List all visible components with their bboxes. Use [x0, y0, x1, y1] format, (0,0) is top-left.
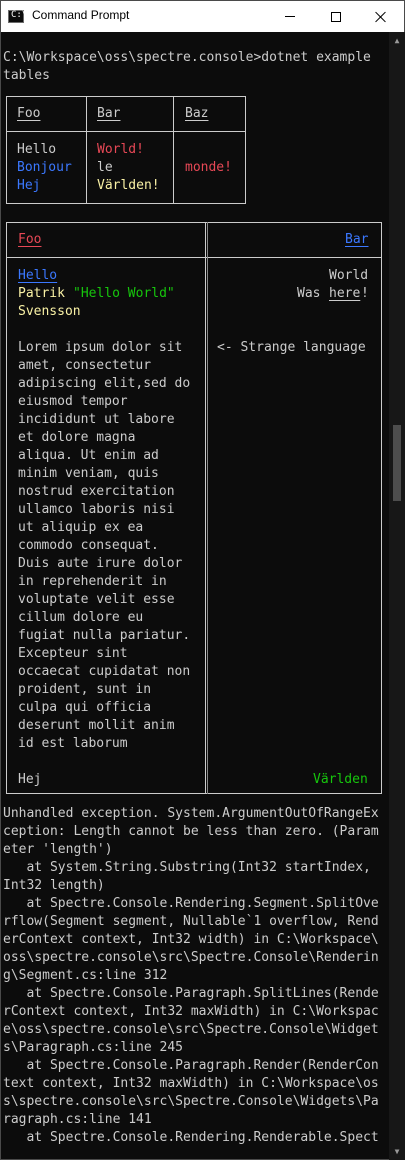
scroll-down-arrow-icon[interactable]: ▼: [389, 1143, 405, 1160]
exception-line: at Spectre.Console.Paragraph.Render(Rend…: [3, 1058, 379, 1073]
table-2-cell-hello: Hello: [18, 268, 58, 283]
lorem-line: occaecat cupidatat non: [18, 664, 191, 679]
table-2-col-divider: [205, 222, 206, 794]
exception-line: text context, Int32 maxWidth) in C:\Work…: [3, 1076, 379, 1091]
exception-line: oss\spectre.console\src\Spectre.Console\…: [3, 950, 379, 965]
exception-line: eter 'length'): [3, 842, 113, 857]
scroll-thumb[interactable]: [393, 425, 401, 501]
scroll-up-arrow-icon[interactable]: ▲: [389, 32, 405, 49]
table-2-cell-world: World: [329, 268, 369, 283]
table-1-header-foo: Foo: [17, 106, 41, 121]
table-2-cell-patrik: Patrik: [18, 286, 65, 301]
lorem-line: id est laborum: [18, 736, 128, 751]
table-2-cell-bang: !: [361, 286, 369, 301]
table-2-header-divider: [6, 257, 382, 258]
window-title: Command Prompt: [32, 8, 130, 22]
vertical-scrollbar[interactable]: ▲ ▼: [389, 32, 405, 1160]
exception-line: s\spectre.console\src\Spectre.Console\Wi…: [3, 1094, 379, 1109]
lorem-line: adipiscing elit,sed do: [18, 376, 191, 391]
table-1-header-baz: Baz: [185, 106, 209, 121]
lorem-line: voluptate velit esse: [18, 592, 175, 607]
table-1-cell: Hello: [17, 142, 57, 157]
lorem-line: Duis aute irure dolor: [18, 556, 183, 571]
lorem-line: fugiat nulla pariatur.: [18, 628, 191, 643]
lorem-line: ut aliquip ex ea: [18, 520, 144, 535]
lorem-line: Excepteur sint: [18, 646, 128, 661]
table-2-col-divider-double: [207, 222, 208, 794]
title-bar[interactable]: C:\ Command Prompt: [1, 1, 404, 32]
exception-line: e\oss\spectre.console\src\Spectre.Consol…: [3, 1022, 379, 1037]
exception-line: ception: Length cannot be less than zero…: [3, 824, 379, 839]
exception-line: erContext context, Int32 width) in C:\Wo…: [3, 932, 379, 947]
table-1-cell: le: [97, 160, 113, 175]
close-icon: [375, 11, 387, 23]
maximize-icon: [331, 11, 341, 22]
table-2-cell-was: Was: [297, 286, 321, 301]
lorem-line: cillum dolore eu: [18, 610, 144, 625]
lorem-line: minim veniam, quis: [18, 466, 159, 481]
close-button[interactable]: [358, 1, 404, 32]
table-1-cell: monde!: [185, 160, 232, 175]
lorem-line: Lorem ipsum dolor sit: [18, 340, 183, 355]
exception-line: at System.String.Substring(Int32 startIn…: [3, 860, 371, 875]
exception-line: ragraph.cs:line 141: [3, 1112, 152, 1127]
lorem-line: commodo consequat.: [18, 538, 159, 553]
table-1-cell: Hej: [17, 178, 41, 193]
lorem-line: culpa qui officia: [18, 700, 152, 715]
table-1-cell: Världen!: [97, 178, 160, 193]
table-2-link-here[interactable]: here: [329, 285, 360, 303]
exception-line: Unhandled exception. System.ArgumentOutO…: [3, 806, 379, 821]
exception-line: at Spectre.Console.Paragraph.SplitLines(…: [3, 986, 379, 1001]
lorem-line: ullamco laboris nisi: [18, 502, 175, 517]
maximize-button[interactable]: [313, 1, 359, 32]
lorem-line: deserunt mollit anim: [18, 718, 175, 733]
minimize-button[interactable]: [267, 1, 313, 32]
console-output[interactable]: C:\Workspace\oss\spectre.console>dotnet …: [3, 49, 389, 1159]
exception-line: rflow(Segment segment, Nullable`1 overfl…: [3, 914, 379, 929]
table-2-cell-varlden: Världen: [313, 772, 368, 787]
table-2-cell-svensson: Svensson: [18, 304, 81, 319]
table-2-cell-hello-world: "Hello World": [73, 286, 175, 301]
minimize-icon: [285, 16, 295, 17]
table-2-header-foo: Foo: [18, 232, 42, 247]
exception-line: s\Paragraph.cs:line 245: [3, 1040, 184, 1055]
lorem-line: proident, sunt in: [18, 682, 152, 697]
lorem-line: aliqua. Ut enim ad: [18, 448, 159, 463]
exception-line: at Spectre.Console.Rendering.Segment.Spl…: [3, 896, 379, 911]
lorem-line: nostrud exercitation: [18, 484, 175, 499]
exception-line: at Spectre.Console.Rendering.Renderable.…: [3, 1130, 379, 1145]
table-2-header-bar: Bar: [345, 232, 369, 247]
table-1-cell: World!: [97, 142, 144, 157]
exception-line: Int32 length): [3, 878, 105, 893]
lorem-line: in reprehenderit in: [18, 574, 167, 589]
prompt-line-continued: tables: [3, 68, 50, 83]
command-prompt-window: C:\ Command Prompt ▲ ▼ C:\Workspace\oss\…: [0, 0, 405, 1160]
table-1-cell: Bonjour: [17, 160, 72, 175]
table-2-cell-strange-language: <- Strange language: [217, 340, 366, 355]
prompt-line: C:\Workspace\oss\spectre.console>dotnet …: [3, 50, 371, 65]
exception-line: g\Segment.cs:line 312: [3, 968, 168, 983]
table-1-header-bar: Bar: [97, 106, 121, 121]
lorem-line: eiusmod tempor: [18, 394, 128, 409]
lorem-line: incididunt ut labore: [18, 412, 175, 427]
table-1-col-divider: [86, 96, 87, 204]
lorem-line: amet, consectetur: [18, 358, 152, 373]
table-1-col-divider: [173, 96, 174, 204]
console-app-icon: C:\: [8, 10, 27, 23]
lorem-line: et dolore magna: [18, 430, 136, 445]
table-2-cell-hej: Hej: [18, 772, 42, 787]
exception-line: rContext context, Int32 maxWidth) in C:\…: [3, 1004, 379, 1019]
table-1-header-divider: [6, 131, 246, 132]
